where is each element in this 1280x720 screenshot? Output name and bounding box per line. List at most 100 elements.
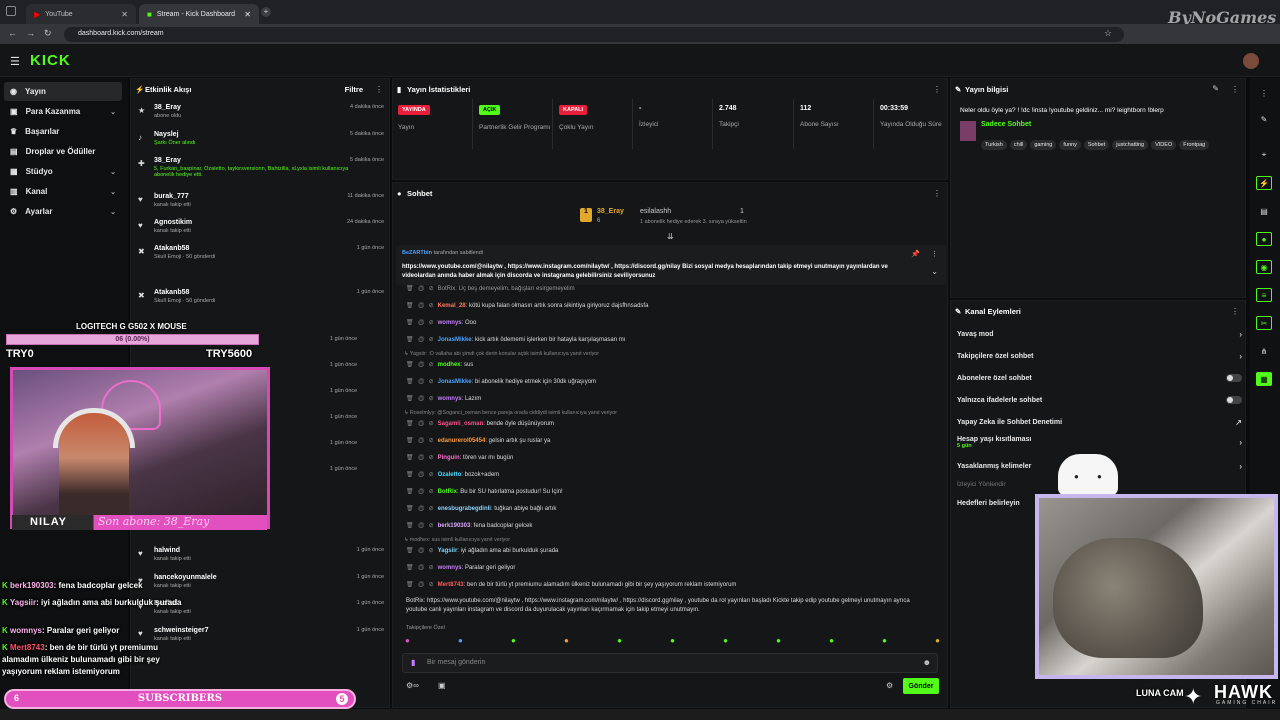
hamburger-menu-icon[interactable]: ☰ — [10, 55, 20, 68]
stream-tag[interactable]: chill — [1009, 140, 1028, 150]
rail-broadcast-icon[interactable]: ◉ — [1256, 260, 1272, 274]
emote-icon[interactable]: ● — [776, 636, 781, 648]
pin-icon[interactable]: 📌 — [911, 250, 920, 258]
bookmark-star-icon[interactable]: ☆ — [1104, 28, 1112, 39]
emote-icon[interactable]: ● — [511, 636, 516, 648]
browser-tab-kick[interactable]: ■ Stream - Kick Dashboard ✕ — [139, 4, 259, 24]
stream-tag[interactable]: justchatting — [1112, 140, 1149, 150]
browser-tab-youtube[interactable]: ▶ YouTube ✕ — [26, 4, 136, 24]
rail-chat-icon[interactable]: ● — [1256, 232, 1272, 246]
close-tab-icon[interactable]: ✕ — [244, 10, 251, 19]
rail-flash-icon[interactable]: ⚡ — [1256, 176, 1272, 190]
mod-actions[interactable]: 🗑 ⏱ ⊘ — [406, 523, 435, 529]
chat-username[interactable]: Ozaletto — [438, 472, 462, 478]
sidebar-item-droplar[interactable]: ▤ Droplar ve Ödüller — [4, 142, 122, 161]
rail-more-icon[interactable]: ⋮ — [1256, 86, 1272, 100]
mod-actions[interactable]: 🗑 ⏱ ⊘ — [406, 337, 435, 343]
activity-item[interactable]: ♥ burak_777 kanalı takip etti 11 dakika önc… — [136, 193, 386, 208]
more-options-icon[interactable]: ⋮ — [933, 189, 941, 198]
chat-username[interactable]: Kemal_28 — [438, 303, 466, 309]
collapse-chevron-icon[interactable]: ⇊ — [667, 232, 674, 241]
channel-action-row[interactable]: Hesap yaşı kısıtlaması 5 gün › — [957, 436, 1242, 449]
chat-username[interactable]: edanurerol05454 — [438, 438, 486, 444]
edit-icon[interactable]: ✎ — [1212, 84, 1219, 93]
gift-icon[interactable]: ▣ — [438, 681, 446, 690]
stream-tag[interactable]: Sohbet — [1083, 140, 1110, 150]
more-options-icon[interactable]: ⋮ — [933, 85, 941, 94]
mod-actions[interactable]: 🗑 ⏱ ⊘ — [406, 320, 435, 326]
chat-username[interactable]: BotRix — [438, 489, 457, 495]
chat-username[interactable]: Sagamii_osman — [438, 421, 484, 427]
chat-username[interactable]: womnys — [438, 396, 462, 402]
channel-action-row[interactable]: Yalnızca ifadelerle sohbet — [957, 396, 1242, 404]
activity-item[interactable]: ★ 38_Eray abone oldu 4 dakika önce — [136, 104, 386, 119]
mod-actions[interactable]: 🗑 ⏱ ⊘ — [406, 506, 435, 512]
rail-list-icon[interactable]: ≡ — [1256, 288, 1272, 302]
kick-logo[interactable]: KICK — [30, 52, 71, 69]
activity-item[interactable]: ✚ 38_Eray 5, Furkan_baspinar, Ozaletto, ta… — [136, 157, 386, 178]
rail-doc-icon[interactable]: ▤ — [1256, 204, 1272, 218]
channel-action-row[interactable]: Yapay Zeka ile Sohbet Denetimi ↗ — [957, 418, 1242, 427]
chat-username[interactable]: womnys — [438, 565, 462, 571]
channel-action-row[interactable]: Abonelere özel sohbet — [957, 374, 1242, 382]
browser-menu-icon[interactable] — [6, 6, 16, 16]
chat-username[interactable]: womnys — [438, 320, 462, 326]
emote-icon[interactable]: ● — [405, 636, 410, 648]
pinned-by-user[interactable]: BeZARTbin — [402, 250, 432, 256]
emote-icon[interactable]: ● — [723, 636, 728, 648]
chat-username[interactable]: berk190303 — [438, 523, 471, 529]
channel-action-row[interactable]: Takipçilere özel sohbet › — [957, 352, 1242, 361]
mod-actions[interactable]: 🗑 ⏱ ⊘ — [406, 548, 435, 554]
emote-icon[interactable]: ● — [882, 636, 887, 648]
mod-actions[interactable]: 🗑 ⏱ ⊘ — [406, 438, 435, 444]
rail-share-icon[interactable]: ⋔ — [1256, 344, 1272, 358]
chat-username[interactable]: enesbugrabegdinli — [438, 506, 491, 512]
emote-icon[interactable]: ● — [458, 636, 463, 648]
activity-item[interactable]: ♥ schweinsteiger7 kanalı takip etti 1 gün ö… — [136, 627, 386, 642]
stream-tag[interactable]: Frontpag — [1179, 140, 1210, 150]
expand-chevron-icon[interactable]: ⌄ — [931, 267, 938, 276]
emoji-icon[interactable]: ☻ — [923, 658, 931, 667]
activity-item[interactable]: ✖ Atakanb58 Skull Emoji · 50 gönderdi 1 gün… — [136, 289, 386, 304]
sidebar-item-ayarlar[interactable]: ⚙ Ayarlar ⌄ — [4, 202, 122, 221]
emote-icon[interactable]: ● — [935, 636, 940, 648]
stream-tag[interactable]: gaming — [1030, 140, 1057, 150]
category-name[interactable]: Sadece Sohbet — [981, 121, 1031, 128]
more-options-icon[interactable]: ⋮ — [1231, 85, 1239, 94]
sidebar-item-para-kazanma[interactable]: ▣ Para Kazanma ⌄ — [4, 102, 122, 121]
stream-tag[interactable]: funny — [1059, 140, 1081, 150]
channel-action-row[interactable]: Yavaş mod › — [957, 330, 1242, 339]
more-options-icon[interactable]: ⋮ — [1231, 307, 1239, 316]
emote-icon[interactable]: ● — [829, 636, 834, 648]
mod-actions[interactable]: 🗑 ⏱ ⊘ — [406, 421, 435, 427]
send-button[interactable]: Gönder — [903, 678, 939, 694]
toggle-switch[interactable] — [1226, 396, 1242, 404]
mod-actions[interactable]: 🗑 ⏱ ⊘ — [406, 582, 435, 588]
sidebar-item-basarilar[interactable]: ♛ Başarılar — [4, 122, 122, 141]
user-avatar[interactable] — [1243, 53, 1259, 69]
mod-actions[interactable]: 🗑 ⏱ ⊘ — [406, 455, 435, 461]
sidebar-item-studyo[interactable]: ▦ Stüdyo ⌄ — [4, 162, 122, 181]
mod-actions[interactable]: 🗑 ⏱ ⊘ — [406, 362, 435, 368]
activity-item[interactable]: ♥ hancekoyunmalele kanalı takip etti 1 gün … — [136, 574, 386, 589]
back-icon[interactable]: ← — [8, 28, 17, 38]
chat-settings-icon[interactable]: ⚙ — [886, 681, 893, 690]
activity-item[interactable]: ♥ Agnostikim kanalı takip etti 24 dakika ön… — [136, 219, 386, 234]
emote-icon[interactable]: ● — [617, 636, 622, 648]
stream-tag[interactable]: VIDEO — [1151, 140, 1177, 150]
mod-actions[interactable]: 🗑 ⏱ ⊘ — [406, 565, 435, 571]
reload-icon[interactable]: ↻ — [44, 28, 52, 39]
chat-username[interactable]: Mert8743 — [438, 582, 464, 588]
toggle-switch[interactable] — [1226, 374, 1242, 382]
rail-target-icon[interactable]: ⌖ — [1256, 148, 1272, 162]
close-tab-icon[interactable]: ✕ — [121, 10, 128, 19]
filter-button[interactable]: Filtre — [345, 85, 363, 94]
more-options-icon[interactable]: ⋮ — [375, 85, 383, 94]
chat-username[interactable]: Pinguin — [438, 455, 460, 461]
chat-message-input[interactable]: ▮ Bir mesaj gönderin ☻ — [402, 653, 938, 673]
rail-active-icon[interactable]: ▦ — [1256, 372, 1272, 386]
chat-username[interactable]: JonasMikke — [438, 379, 472, 385]
emote-icon[interactable]: ● — [564, 636, 569, 648]
chat-username[interactable]: modhex — [438, 362, 461, 368]
mod-actions[interactable]: 🗑 ⏱ ⊘ — [406, 396, 435, 402]
